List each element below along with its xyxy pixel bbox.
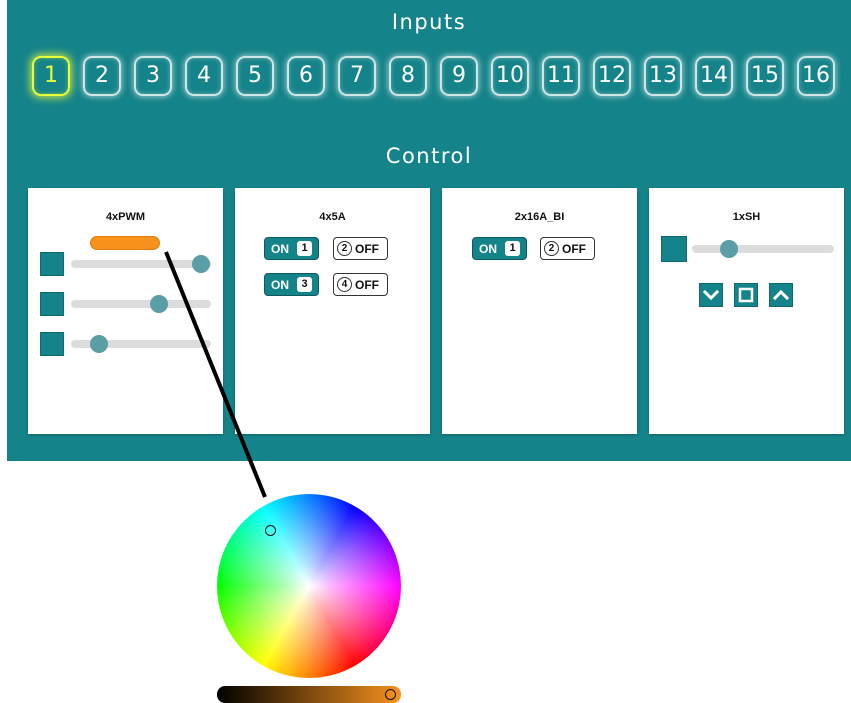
slider-thumb[interactable] (192, 255, 211, 273)
input-button-7[interactable]: 7 (338, 56, 376, 96)
relay-number: 1 (505, 241, 520, 256)
brightness-slider[interactable] (217, 686, 401, 703)
slider-thumb[interactable] (150, 295, 169, 313)
input-button-1[interactable]: 1 (32, 56, 70, 96)
relay-number: 2 (544, 241, 559, 256)
off-label: OFF (562, 242, 586, 256)
input-button-4[interactable]: 4 (185, 56, 223, 96)
off-label: OFF (355, 278, 379, 292)
relay-number: 1 (297, 241, 312, 256)
input-button-10[interactable]: 10 (491, 56, 529, 96)
off-label: OFF (355, 242, 379, 256)
input-button-3[interactable]: 3 (134, 56, 172, 96)
shutter-up-button[interactable] (769, 283, 793, 307)
input-button-8[interactable]: 8 (389, 56, 427, 96)
card-title: 4xPWM (105, 211, 146, 223)
relay-3-on-button[interactable]: ON 3 (264, 273, 319, 296)
stop-square-icon (738, 287, 754, 303)
slider-thumb[interactable] (719, 240, 738, 258)
shutter-down-button[interactable] (699, 283, 723, 307)
input-button-2[interactable]: 2 (83, 56, 121, 96)
input-button-16[interactable]: 16 (797, 56, 835, 96)
input-button-14[interactable]: 14 (695, 56, 733, 96)
card-4x5a: 4x5A ON 1 2 OFF ON 3 4 OFF (235, 188, 430, 434)
channel-1-slider[interactable] (71, 255, 211, 273)
card-title: 1xSH (732, 211, 761, 223)
card-2x16a-bi: 2x16A_BI ON 1 2 OFF (442, 188, 637, 434)
input-button-11[interactable]: 11 (542, 56, 580, 96)
card-1xsh: 1xSH (649, 188, 844, 434)
color-wheel-selector[interactable] (265, 525, 276, 536)
relay-number: 3 (297, 277, 312, 292)
card-4xpwm: 4xPWM (28, 188, 223, 434)
on-label: ON (479, 242, 497, 256)
chevron-up-icon (772, 289, 790, 301)
input-button-13[interactable]: 13 (644, 56, 682, 96)
relay-number: 4 (337, 277, 352, 292)
chevron-down-icon (702, 289, 720, 301)
channel-1-toggle[interactable] (40, 252, 64, 276)
channel-3-slider[interactable] (71, 335, 211, 353)
relay-1-on-button[interactable]: ON 1 (472, 237, 527, 260)
input-button-15[interactable]: 15 (746, 56, 784, 96)
input-button-9[interactable]: 9 (440, 56, 478, 96)
on-label: ON (271, 242, 289, 256)
channel-2-slider[interactable] (71, 295, 211, 313)
brightness-selector[interactable] (385, 689, 396, 700)
on-label: ON (271, 278, 289, 292)
input-button-5[interactable]: 5 (236, 56, 274, 96)
relay-4-off-button[interactable]: 4 OFF (333, 273, 388, 296)
relay-2-off-button[interactable]: 2 OFF (333, 237, 388, 260)
card-title: 2x16A_BI (514, 211, 565, 223)
shutter-slider[interactable] (692, 240, 834, 258)
relay-2-off-button[interactable]: 2 OFF (540, 237, 595, 260)
shutter-stop-button[interactable] (734, 283, 758, 307)
channel-3-toggle[interactable] (40, 332, 64, 356)
inputs-title: Inputs (391, 10, 467, 34)
relay-number: 2 (337, 241, 352, 256)
control-title: Control (385, 144, 473, 168)
card-title: 4x5A (319, 211, 346, 223)
shutter-toggle[interactable] (661, 236, 687, 262)
relay-1-on-button[interactable]: ON 1 (264, 237, 319, 260)
input-button-6[interactable]: 6 (287, 56, 325, 96)
channel-2-toggle[interactable] (40, 292, 64, 316)
slider-thumb[interactable] (90, 335, 108, 353)
color-picker-button[interactable] (90, 236, 160, 250)
color-wheel[interactable] (217, 494, 401, 678)
input-button-12[interactable]: 12 (593, 56, 631, 96)
